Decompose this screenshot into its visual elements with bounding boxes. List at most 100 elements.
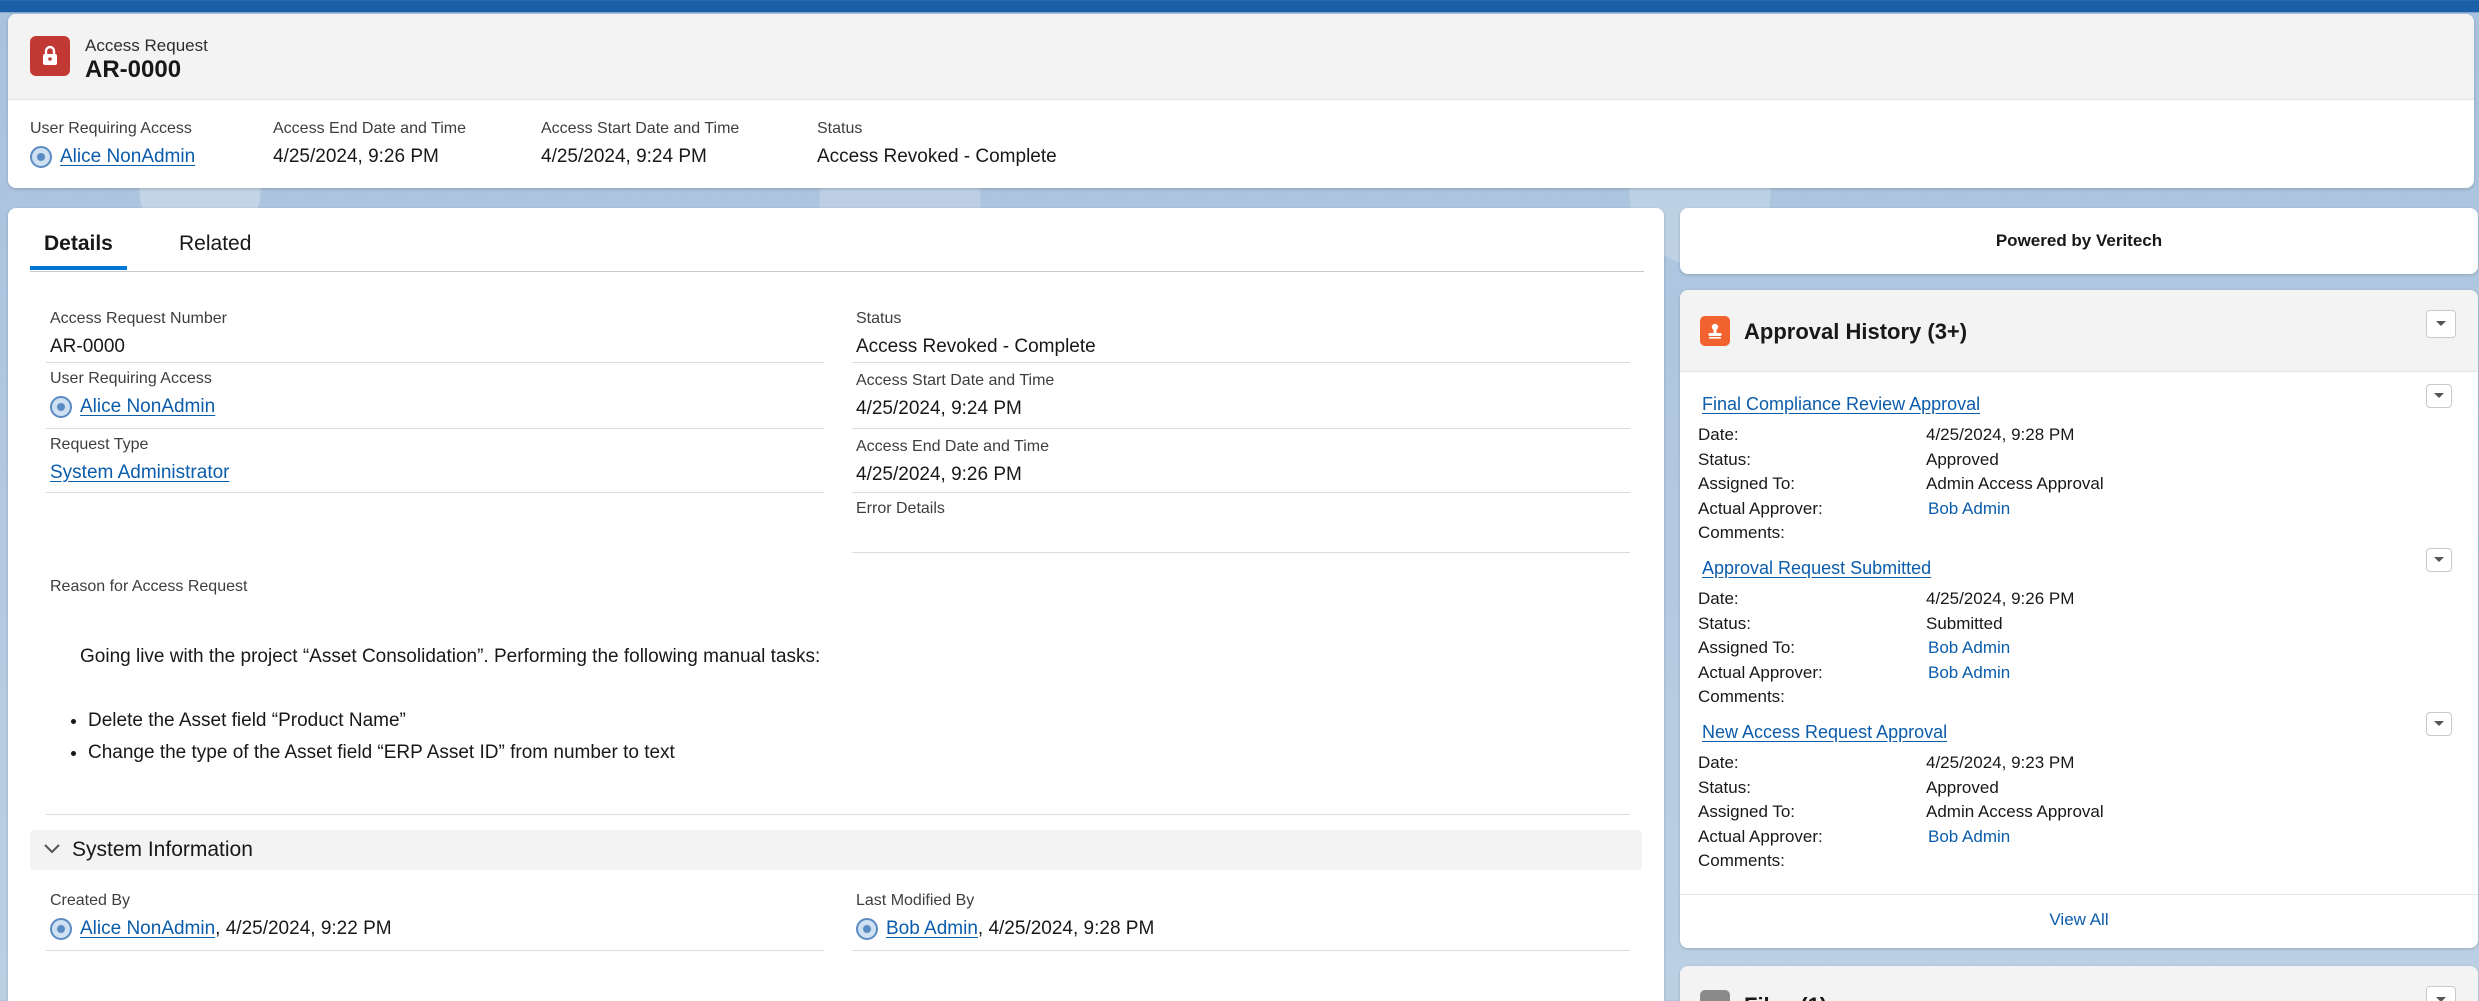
approval-history-header: Approval History (3+) [1680,290,2478,372]
step-menu-button[interactable] [2426,548,2452,572]
files-header: Files (1) [1680,966,2478,1001]
field-reason-label: Reason for Access Request [50,578,247,596]
reason-intro: Going live with the project “Asset Conso… [80,646,821,667]
field-label: Access Start Date and Time [856,372,1055,389]
approval-step-link[interactable]: Approval Request Submitted [1702,558,1931,578]
approval-step-link[interactable]: New Access Request Approval [1702,722,1947,742]
list-item: Delete the Asset field “Product Name” [88,710,675,732]
highlight-start-date: Access Start Date and Time 4/25/2024, 9:… [541,120,739,168]
divider [46,362,824,363]
lock-icon [30,36,70,76]
section-title: System Information [72,838,253,861]
tab-bar: Details Related [30,232,1644,272]
highlight-status: Status Access Revoked - Complete [817,120,1057,168]
user-avatar-icon [50,396,72,418]
field-value: 4/25/2024, 9:24 PM [856,398,1022,419]
field-label: User Requiring Access [50,370,212,387]
files-menu-button[interactable] [2426,986,2456,1001]
object-label: Access Request [85,36,208,55]
highlight-label: Status [817,120,863,137]
highlight-value: Access Revoked - Complete [817,146,1057,167]
user-avatar-icon [50,918,72,940]
field-label: Error Details [856,500,945,517]
field-label: Created By [50,892,131,909]
tab-details[interactable]: Details [30,232,127,270]
highlight-label: User Requiring Access [30,120,192,137]
approval-menu-button[interactable] [2426,310,2456,338]
approval-step-details: Date: 4/25/2024, 9:28 PM Status: Approved … [1698,423,2458,546]
record-title: AR-0000 [85,56,182,83]
record-header: Access Request AR-0000 User Requiring Ac… [8,14,2474,188]
step-menu-button[interactable] [2426,712,2452,736]
status-value: Approved [1926,449,1999,469]
user-link[interactable]: Alice NonAdmin [80,396,215,418]
actual-approver-link[interactable]: Bob Admin [1928,827,2010,847]
field-label: Request Type [50,436,149,453]
view-all-link[interactable]: View All [1680,910,2478,930]
actual-approver-label: Actual Approver: [1698,662,1823,682]
header-title-bar: Access Request AR-0000 [8,14,2474,100]
field-label: Access Request Number [50,310,227,327]
divider [852,552,1630,553]
list-item: Change the type of the Asset field “ERP … [88,742,675,764]
divider [1680,894,2478,895]
highlight-value: 4/25/2024, 9:24 PM [541,146,707,167]
status-label: Status: [1698,449,1751,469]
highlights-panel: User Requiring Access Alice NonAdmin Acc… [8,120,2474,180]
approval-step-link[interactable]: Final Compliance Review Approval [1702,394,1980,414]
field-label: Last Modified By [856,892,975,909]
approval-history-title: Approval History (3+) [1744,319,1968,344]
modified-by-user-link[interactable]: Bob Admin [886,918,978,940]
status-label: Status: [1698,613,1751,633]
divider [46,492,824,493]
divider [852,950,1630,951]
assigned-to-value: Admin Access Approval [1926,474,2104,494]
field-access-request-number: Access Request Number AR-0000 [50,310,227,358]
field-created-by: Created By Alice NonAdmin, 4/25/2024, 9:… [50,892,392,940]
assigned-to-link[interactable]: Bob Admin [1928,638,2010,658]
step-menu-button[interactable] [2426,384,2452,408]
chevron-down-icon [44,841,60,859]
divider [852,428,1630,429]
actual-approver-link[interactable]: Bob Admin [1928,499,2010,519]
highlight-user: User Requiring Access Alice NonAdmin [30,120,195,168]
highlight-label: Access Start Date and Time [541,120,740,137]
highlight-value: 4/25/2024, 9:26 PM [273,146,439,167]
tab-related[interactable]: Related [179,232,251,266]
field-access-end: Access End Date and Time 4/25/2024, 9:26… [856,438,1049,486]
highlight-label: Access End Date and Time [273,120,466,137]
date-value: 4/25/2024, 9:26 PM [1926,589,2075,609]
approval-step: Final Compliance Review Approval Date: 4/… [1698,384,2458,546]
approval-history-card: Approval History (3+) Final Compliance R… [1680,290,2478,948]
user-avatar-icon [30,146,52,168]
created-date: , 4/25/2024, 9:22 PM [215,918,392,939]
field-user-requiring-access: User Requiring Access Alice NonAdmin [50,370,215,418]
field-value: 4/25/2024, 9:26 PM [856,464,1022,485]
divider [852,492,1630,493]
divider [46,428,824,429]
comments-label: Comments: [1698,687,1785,707]
actual-approver-link[interactable]: Bob Admin [1928,663,2010,683]
system-information-section[interactable]: System Information [30,830,1642,870]
date-label: Date: [1698,753,1739,773]
approval-stamp-icon [1700,316,1730,346]
approval-step: New Access Request Approval Date: 4/25/20… [1698,712,2458,874]
actual-approver-label: Actual Approver: [1698,498,1823,518]
details-card: Details Related Access Request Number AR… [8,208,1664,1001]
assigned-to-label: Assigned To: [1698,474,1796,494]
field-value: Access Revoked - Complete [856,336,1096,357]
field-label: Reason for Access Request [50,578,248,595]
file-icon [1700,990,1730,1001]
request-type-link[interactable]: System Administrator [50,462,230,484]
field-value: AR-0000 [50,336,125,357]
assigned-to-value: Admin Access Approval [1926,802,2104,822]
approval-step: Approval Request Submitted Date: 4/25/202… [1698,548,2458,710]
approval-step-details: Date: 4/25/2024, 9:26 PM Status: Submitted… [1698,587,2458,710]
field-status: Status Access Revoked - Complete [856,310,1096,358]
user-avatar-icon [856,918,878,940]
modified-date: , 4/25/2024, 9:28 PM [977,918,1155,939]
user-link[interactable]: Alice NonAdmin [60,146,195,168]
created-by-user-link[interactable]: Alice NonAdmin [80,918,215,940]
powered-by-card: Powered by Veritech [1680,208,2478,274]
comments-label: Comments: [1698,523,1785,543]
